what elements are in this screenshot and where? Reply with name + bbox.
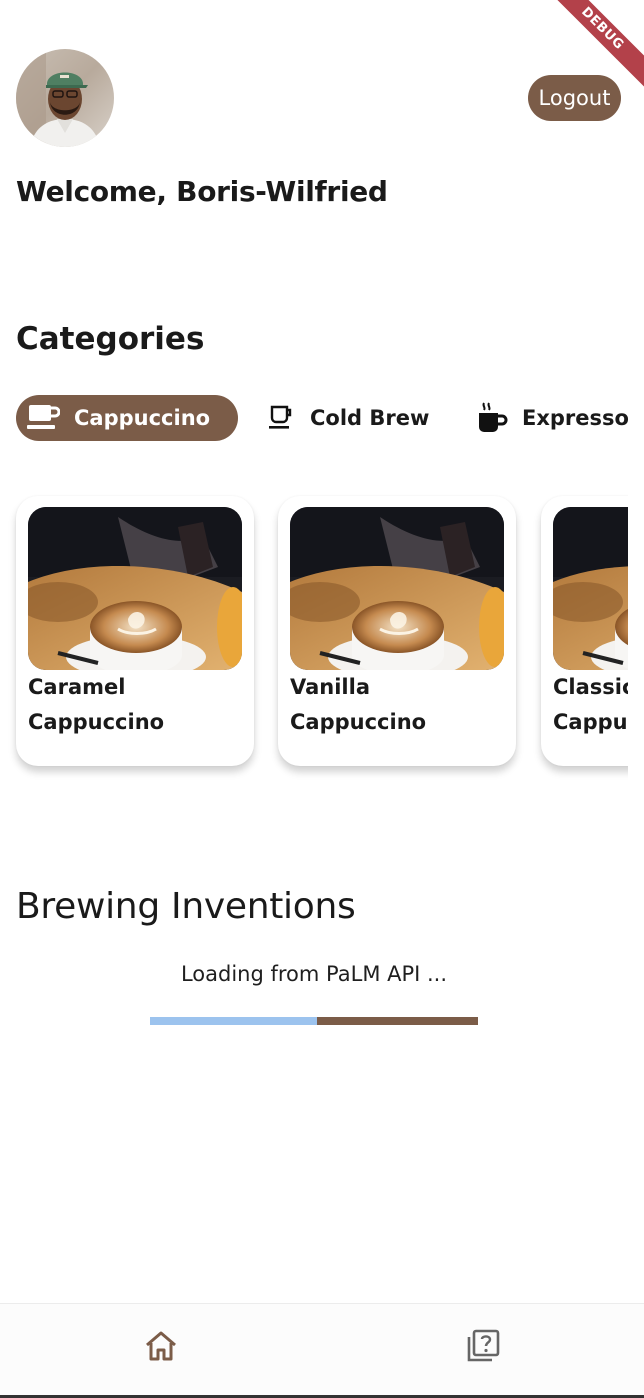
avatar[interactable] bbox=[16, 49, 114, 147]
product-card[interactable]: Vanilla Cappuccino bbox=[278, 496, 516, 766]
product-name: Vanilla Cappuccino bbox=[290, 670, 516, 740]
app-screen: DEBUG Logout Welcome, Boris-Wilfried Cat… bbox=[0, 0, 644, 1398]
category-label: Cold Brew bbox=[310, 406, 430, 430]
loading-progress-bar bbox=[150, 1017, 478, 1025]
category-chip-cappuccino[interactable]: Cappuccino bbox=[16, 395, 238, 441]
product-name-line1: Vanilla bbox=[290, 675, 370, 699]
product-name-line2: Cappuccino bbox=[290, 710, 427, 734]
category-label: Expresso bbox=[522, 406, 629, 430]
brewing-inventions-heading: Brewing Inventions bbox=[16, 886, 356, 927]
product-name-line2: Cappuccino bbox=[553, 710, 628, 734]
product-name-line2: Cappuccino bbox=[28, 710, 165, 734]
loading-status: Loading from PaLM API ... bbox=[180, 962, 448, 986]
progress-fill bbox=[150, 1017, 318, 1025]
logout-button[interactable]: Logout bbox=[528, 75, 621, 121]
steaming-mug-icon bbox=[474, 401, 508, 435]
cup-icon bbox=[26, 401, 60, 435]
product-card[interactable]: Classic Cappuccino bbox=[541, 496, 628, 766]
nav-home[interactable] bbox=[141, 1328, 181, 1368]
nav-quiz[interactable] bbox=[463, 1328, 503, 1368]
avatar-image bbox=[16, 49, 114, 147]
product-name: Caramel Cappuccino bbox=[28, 670, 254, 740]
category-chip-cold-brew[interactable]: Cold Brew bbox=[262, 395, 429, 441]
home-icon bbox=[144, 1330, 178, 1366]
product-image bbox=[553, 507, 628, 670]
category-label: Cappuccino bbox=[74, 406, 211, 430]
quiz-icon bbox=[465, 1328, 501, 1368]
product-name-line1: Classic bbox=[553, 675, 628, 699]
categories-heading: Categories bbox=[16, 321, 205, 357]
product-name-line1: Caramel bbox=[28, 675, 126, 699]
product-image bbox=[290, 507, 504, 670]
cold-brew-cup-icon bbox=[262, 401, 296, 435]
bottom-navigation bbox=[0, 1303, 644, 1396]
product-carousel[interactable]: Caramel Cappuccino Vanilla Cappuccino Cl… bbox=[0, 480, 628, 790]
product-card[interactable]: Caramel Cappuccino bbox=[16, 496, 254, 766]
category-chip-expresso[interactable]: Expresso bbox=[474, 395, 629, 441]
welcome-heading: Welcome, Boris-Wilfried bbox=[16, 175, 388, 208]
product-image bbox=[28, 507, 242, 670]
product-name: Classic Cappuccino bbox=[553, 670, 628, 740]
